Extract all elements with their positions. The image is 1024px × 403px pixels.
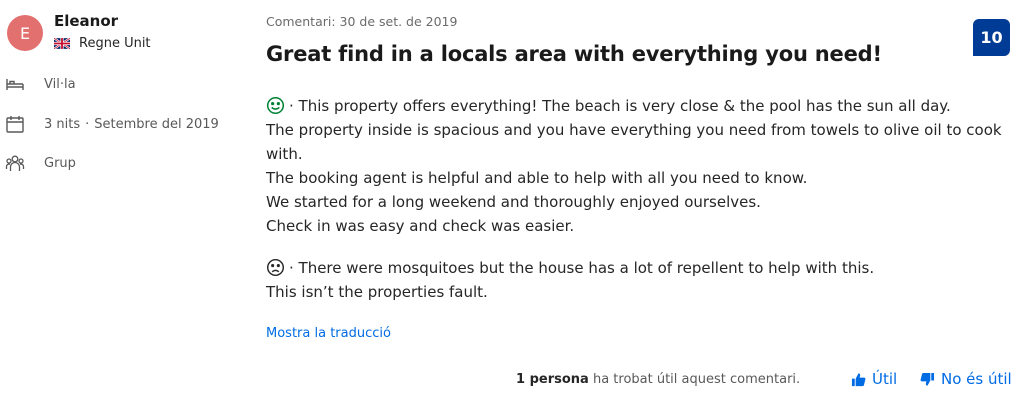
room-type: Vil·la (5, 74, 76, 94)
traveler-type: Grup (5, 153, 76, 173)
reviewer-country: Regne Unit (54, 36, 151, 51)
negative-comment: · There were mosquitoes but the house ha… (266, 256, 986, 304)
reviewer-name: Eleanor (54, 12, 119, 30)
bed-icon (5, 74, 25, 94)
positive-comment: · This property offers everything! The b… (266, 94, 1002, 238)
positive-line: · This property offers everything! The b… (266, 94, 986, 118)
calendar-icon (5, 114, 25, 134)
thumbs-down-icon (920, 372, 935, 386)
separator: · (85, 116, 90, 132)
not-helpful-label: No és útil (941, 370, 1012, 388)
room-type-label: Vil·la (44, 76, 76, 92)
review-title: Great find in a locals area with everyth… (266, 42, 882, 66)
traveler-type-label: Grup (44, 155, 76, 171)
positive-line: We started for a long weekend and thorou… (266, 193, 761, 211)
frown-icon (266, 258, 285, 277)
nights-label: 3 nits (44, 116, 81, 132)
positive-line: The property inside is spacious and you … (266, 121, 1002, 139)
thumbs-up-icon (851, 372, 866, 386)
helpful-count: 1 persona ha trobat útil aquest comentar… (516, 372, 801, 387)
uk-flag-icon (54, 38, 70, 49)
positive-line: Check in was easy and check was easier. (266, 217, 575, 235)
negative-line: This isn’t the properties fault. (266, 283, 488, 301)
not-helpful-button[interactable]: No és útil (920, 370, 1012, 388)
review-score: 10 (973, 19, 1010, 56)
negative-line: · There were mosquitoes but the house ha… (266, 256, 986, 280)
group-icon (5, 153, 25, 173)
show-translation-link[interactable]: Mostra la traducció (266, 326, 391, 341)
country-label: Regne Unit (79, 36, 151, 51)
helpful-button[interactable]: Útil (851, 370, 897, 388)
stay-duration: 3 nits · Setembre del 2019 (5, 114, 219, 134)
helpful-label: Útil (872, 370, 898, 388)
review-date: Comentari: 30 de set. de 2019 (266, 14, 458, 29)
stay-period: Setembre del 2019 (94, 116, 219, 132)
avatar: E (7, 15, 43, 51)
smile-icon (266, 96, 285, 115)
positive-line: with. (266, 145, 303, 163)
positive-line: The booking agent is helpful and able to… (266, 169, 808, 187)
